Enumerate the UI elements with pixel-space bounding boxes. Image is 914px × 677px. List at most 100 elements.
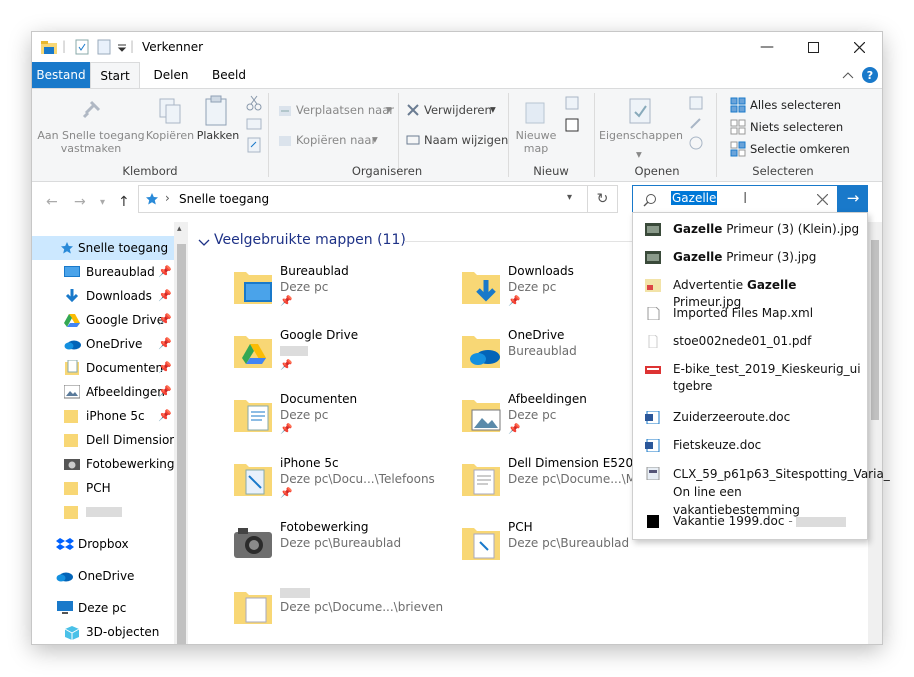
close-button[interactable]: [836, 32, 882, 62]
sidebar-item-desktop[interactable]: Bureaublad 📌: [32, 260, 174, 284]
address-bar[interactable]: › Snelle toegang ▾: [138, 185, 588, 213]
search-input[interactable]: Gazelle: [671, 191, 718, 205]
folder-item-google-drive[interactable]: Google Drive 📌: [232, 328, 462, 388]
sidebar-item-google-drive[interactable]: Google Drive 📌: [32, 308, 174, 332]
search-box[interactable]: Gazelle I: [632, 185, 838, 213]
folder-item-documents[interactable]: Documenten Deze pc 📌: [232, 392, 462, 452]
recent-locations-icon[interactable]: ▾: [100, 197, 105, 208]
properties-button[interactable]: Eigenschappen: [598, 129, 684, 142]
pdf-file-icon: [645, 366, 661, 374]
sidebar-item-this-pc[interactable]: Deze pc: [32, 596, 174, 620]
pin-icon[interactable]: 📌: [158, 308, 172, 332]
tab-start[interactable]: Start: [90, 62, 140, 89]
copy-to-button[interactable]: Kopiëren naar: [296, 131, 376, 149]
group-header[interactable]: Veelgebruikte mappen (11): [214, 232, 406, 248]
address-dropdown-icon[interactable]: ▾: [567, 192, 572, 203]
suggestion-item[interactable]: Fietskeuze.doc: [633, 437, 867, 459]
up-icon[interactable]: ↑: [118, 194, 130, 210]
pin-icon[interactable]: 📌: [158, 404, 172, 428]
suggestion-item[interactable]: CLX_59_p61p63_Sitespotting_Varia_ On lin…: [633, 465, 890, 517]
suggestion-item[interactable]: Vakantie 1999.doc -: [633, 513, 867, 535]
back-icon[interactable]: ←: [46, 194, 58, 210]
collapse-group-icon[interactable]: [198, 238, 210, 248]
suggestion-item[interactable]: E-bike_test_2019_Kieskeurig_uitgebre: [633, 361, 867, 397]
pin-quick-access-button[interactable]: Aan Snelle toegang vastmaken: [36, 129, 146, 155]
suggestion-item[interactable]: Imported Files Map.xml: [633, 305, 867, 327]
ribbon-tabs: Bestand Start Delen Beeld ?: [32, 62, 882, 89]
sidebar-item-onedrive[interactable]: OneDrive 📌: [32, 332, 174, 356]
suggestion-item[interactable]: Gazelle Primeur (3) (Klein).jpg: [633, 221, 867, 243]
select-none-button[interactable]: Niets selecteren: [750, 118, 843, 136]
suggestion-text: Primeur (3) (Klein).jpg: [722, 222, 860, 236]
sidebar-item-documents[interactable]: Documenten 📌: [32, 356, 174, 380]
suggestion-text: Imported Files Map.xml: [673, 306, 814, 320]
content-scroll-thumb[interactable]: [871, 240, 879, 420]
tab-view[interactable]: Beeld: [202, 62, 256, 88]
copy-to-dropdown-icon: ▾: [372, 132, 378, 146]
history-icon[interactable]: [688, 135, 704, 151]
suggestion-item[interactable]: Gazelle Primeur (3).jpg: [633, 249, 867, 271]
properties-qa-icon[interactable]: [74, 39, 90, 55]
clear-search-icon[interactable]: [817, 194, 828, 205]
copy-path-icon[interactable]: [246, 117, 262, 131]
new-folder-button[interactable]: Nieuwe map: [512, 129, 560, 155]
sidebar-item-iphone[interactable]: iPhone 5c 📌: [32, 404, 174, 428]
easy-access-icon[interactable]: [564, 117, 584, 133]
sidebar-item-quick-access[interactable]: Snelle toegang: [32, 236, 174, 260]
edit-icon[interactable]: [688, 115, 704, 131]
move-to-button[interactable]: Verplaatsen naar: [296, 101, 394, 119]
suggestion-item[interactable]: Zuiderzeeroute.doc: [633, 409, 867, 431]
maximize-button[interactable]: [790, 32, 836, 62]
group-label-new: Nieuw: [533, 164, 569, 178]
copy-button[interactable]: Kopiëren: [144, 129, 196, 142]
sidebar-item-fotobewerking[interactable]: Fotobewerking: [32, 452, 174, 476]
sidebar-label: Snelle toegang: [78, 241, 169, 255]
window-title: Verkenner: [142, 40, 204, 54]
svg-text:?: ?: [867, 69, 873, 82]
tab-share[interactable]: Delen: [144, 62, 198, 88]
sidebar-item-pch[interactable]: PCH: [32, 476, 174, 500]
folder-item-iphone[interactable]: iPhone 5c Deze pc\Docu...\Telefoons 📌: [232, 456, 462, 516]
open-icon[interactable]: [688, 95, 704, 111]
address-path[interactable]: Snelle toegang: [179, 192, 269, 206]
sidebar-item-pictures[interactable]: Afbeeldingen 📌: [32, 380, 174, 404]
refresh-button[interactable]: ↻: [588, 185, 618, 213]
sidebar-scroll-thumb[interactable]: [177, 244, 186, 644]
sidebar-item-dell[interactable]: Dell Dimension E: [32, 428, 174, 452]
content-scrollbar[interactable]: [868, 222, 882, 644]
scroll-up-icon[interactable]: ▴: [177, 224, 182, 234]
invert-selection-button[interactable]: Selectie omkeren: [750, 140, 850, 158]
folder-location: Deze pc: [508, 408, 557, 422]
collapse-ribbon-icon[interactable]: [842, 70, 854, 80]
customize-qa-icon[interactable]: [116, 39, 128, 55]
suggestion-item[interactable]: Advertentie Gazelle Primeur.jpg: [633, 277, 867, 309]
select-all-button[interactable]: Alles selecteren: [750, 96, 841, 114]
sidebar-item-onedrive-root[interactable]: OneDrive: [32, 564, 174, 588]
pin-icon[interactable]: 📌: [158, 284, 172, 308]
pin-icon[interactable]: 📌: [158, 356, 172, 380]
help-icon[interactable]: ?: [861, 66, 879, 84]
suggestion-text: CLX_59_p61p63_Sitespotting_Varia_ On lin…: [673, 467, 890, 517]
sidebar-item-dropbox[interactable]: Dropbox: [32, 532, 174, 556]
paste-shortcut-icon[interactable]: [246, 137, 262, 153]
folder-item-brieven[interactable]: Deze pc\Docume...\brieven: [232, 584, 462, 644]
pin-icon[interactable]: 📌: [158, 332, 172, 356]
minimize-button[interactable]: —: [744, 32, 790, 62]
folder-item-fotobewerking[interactable]: Fotobewerking Deze pc\Bureaublad: [232, 520, 462, 580]
rename-button[interactable]: Naam wijzigen: [424, 131, 508, 149]
sidebar-item-3d-objects[interactable]: 3D-objecten: [32, 620, 174, 644]
folder-item-desktop[interactable]: Bureaublad Deze pc 📌: [232, 264, 462, 324]
paste-button[interactable]: Plakken: [194, 129, 242, 142]
new-item-icon[interactable]: [564, 95, 584, 111]
suggestion-item[interactable]: stoe002nede01_01.pdf: [633, 333, 867, 355]
pin-icon[interactable]: 📌: [158, 380, 172, 404]
search-go-button[interactable]: →: [838, 185, 868, 213]
pin-icon[interactable]: 📌: [158, 260, 172, 284]
tab-file[interactable]: Bestand: [32, 62, 90, 88]
sidebar-item-redacted[interactable]: [32, 500, 174, 524]
delete-button[interactable]: Verwijderen: [424, 101, 492, 119]
sidebar-item-downloads[interactable]: Downloads 📌: [32, 284, 174, 308]
new-folder-qa-icon[interactable]: [96, 39, 112, 55]
forward-icon[interactable]: →: [74, 194, 86, 210]
cut-icon[interactable]: [246, 95, 262, 111]
